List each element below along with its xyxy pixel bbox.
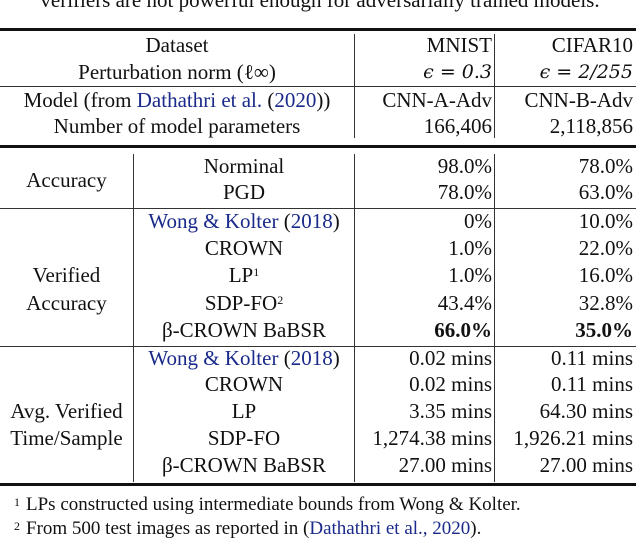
value-cifar10: 22.0%: [578, 236, 633, 260]
dathathri-citation-link[interactable]: Dathathri et al., 2020: [309, 518, 470, 539]
caption-tail: verifiers are not powerful enough for ad…: [40, 0, 600, 12]
value-mnist: 1,274.38 mins: [372, 426, 492, 450]
value-cifar10: 27.00 mins: [539, 453, 633, 477]
body-vline-2: [494, 154, 495, 482]
group-label-accuracy: Accuracy: [26, 168, 107, 192]
value-mnist: 0.02 mins: [409, 346, 492, 370]
footnote-mark: 2: [277, 293, 284, 307]
params-cifar10: 2,118,856: [549, 114, 633, 138]
footnote-1: 1 LPs constructed using intermediate boun…: [14, 494, 521, 516]
group-label-time-2: Time/Sample: [10, 426, 123, 450]
model-citation-link[interactable]: Dathathri et al.: [137, 88, 262, 112]
group-label-time-1: Avg. Verified: [10, 399, 123, 423]
method-cell: LP: [231, 399, 257, 423]
value-mnist: 1.0%: [448, 263, 492, 287]
model-label-prefix: Model (from: [23, 88, 137, 112]
value-cifar10: 0.11 mins: [550, 346, 633, 370]
footnote-text: LPs constructed using intermediate bound…: [26, 494, 521, 515]
norm-label: Perturbation norm (ℓ∞): [78, 60, 276, 84]
model-label: Model (from Dathathri et al. (2020)): [23, 88, 331, 112]
epsilon-cifar10: ϵ = 2/255: [539, 61, 633, 83]
method-cell: CROWN: [204, 236, 284, 260]
body-vline-1: [354, 154, 355, 482]
dataset-mnist: MNIST: [426, 33, 492, 57]
value-mnist: 43.4%: [437, 291, 492, 315]
value-cifar10: 0.11 mins: [550, 372, 633, 396]
top-rule: [0, 28, 636, 31]
method-cell: Wong & Kolter (2018): [148, 209, 340, 233]
method-cell: Norminal: [203, 154, 285, 178]
group-label-verified-2: Accuracy: [26, 291, 107, 315]
value-mnist: 98.0%: [437, 154, 492, 178]
value-cifar10: 63.0%: [578, 180, 633, 204]
dataset-label: Dataset: [145, 33, 209, 57]
model-mnist: CNN-A-Adv: [382, 88, 492, 112]
wong-kolter-link[interactable]: Wong & Kolter: [148, 209, 278, 233]
params-mnist: 166,406: [423, 114, 492, 138]
footnote-mark: 1: [253, 265, 260, 279]
model-label-suffix: )): [316, 88, 331, 112]
value-cifar10: 78.0%: [578, 154, 633, 178]
value-mnist: 0%: [464, 209, 492, 233]
wong-kolter-year[interactable]: 2018: [291, 346, 333, 370]
epsilon-mnist: ϵ = 0.3: [423, 61, 492, 83]
bottom-rule: [0, 483, 636, 486]
value-mnist: 27.00 mins: [398, 453, 492, 477]
value-cifar10-best: 35.0%: [575, 318, 633, 342]
method-cell: SDP-FO: [207, 426, 281, 450]
value-mnist: 1.0%: [448, 236, 492, 260]
value-cifar10: 1,926.21 mins: [513, 426, 633, 450]
value-mnist: 78.0%: [437, 180, 492, 204]
value-mnist: 0.02 mins: [409, 372, 492, 396]
group-label-verified-1: Verified: [32, 263, 101, 287]
value-cifar10: 10.0%: [578, 209, 633, 233]
footnote-text-prefix: From 500 test images as reported in (: [26, 518, 310, 539]
method-cell: LP1: [134, 262, 354, 288]
method-name: LP: [228, 263, 254, 287]
method-cell: β-CROWN BaBSR: [161, 453, 327, 477]
method-cell: PGD: [222, 180, 265, 204]
header-bottom-rule: [0, 145, 636, 148]
method-cell: β-CROWN BaBSR: [161, 318, 327, 342]
wong-kolter-year[interactable]: 2018: [291, 209, 333, 233]
value-mnist: 3.35 mins: [409, 399, 492, 423]
method-name: SDP-FO: [204, 291, 278, 315]
model-cifar10: CNN-B-Adv: [524, 88, 634, 112]
footnote-mark: 2: [14, 519, 20, 533]
value-cifar10: 64.30 mins: [539, 399, 633, 423]
footnote-text-suffix: ).: [470, 518, 482, 539]
footnote-2: 2 From 500 test images as reported in (Da…: [14, 518, 481, 540]
params-label: Number of model parameters: [53, 114, 301, 138]
method-cell: CROWN: [204, 372, 284, 396]
footnote-mark: 1: [14, 495, 20, 509]
wong-kolter-link[interactable]: Wong & Kolter: [148, 346, 278, 370]
method-cell: SDP-FO2: [134, 290, 354, 316]
model-citation-year[interactable]: 2020: [274, 88, 316, 112]
value-mnist-best: 66.0%: [434, 318, 492, 342]
value-cifar10: 32.8%: [578, 291, 633, 315]
value-cifar10: 16.0%: [578, 263, 633, 287]
dataset-cifar10: CIFAR10: [551, 33, 633, 57]
method-cell: Wong & Kolter (2018): [148, 346, 340, 370]
